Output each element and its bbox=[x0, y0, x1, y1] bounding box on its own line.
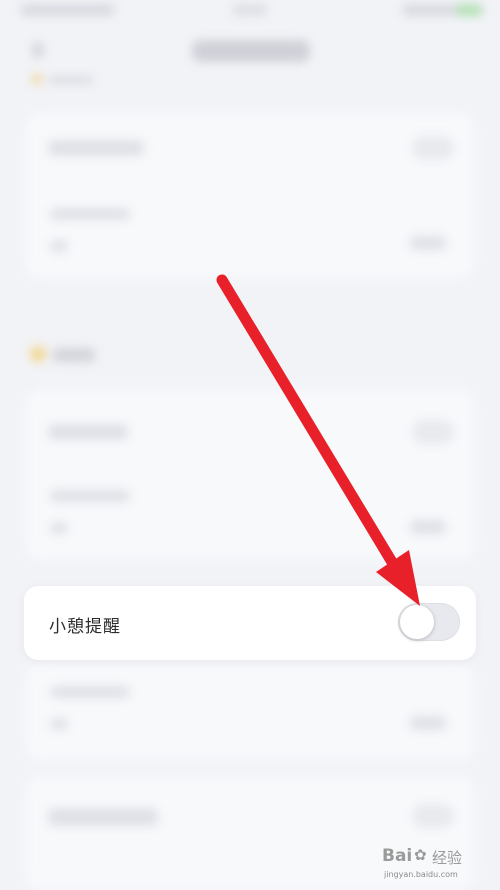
paw-icon: ✿ bbox=[414, 846, 427, 864]
arrow-shaft bbox=[216, 274, 404, 578]
watermark-site: jingyan.baidu.com bbox=[384, 870, 458, 879]
watermark-brand-tail: 经验 bbox=[432, 849, 463, 867]
watermark-brand: Bai bbox=[382, 846, 413, 866]
arrow-head bbox=[376, 550, 420, 606]
red-arrow-annotation bbox=[216, 274, 420, 606]
baidu-watermark: Bai ✿ 经验 jingyan.baidu.com bbox=[382, 844, 482, 888]
